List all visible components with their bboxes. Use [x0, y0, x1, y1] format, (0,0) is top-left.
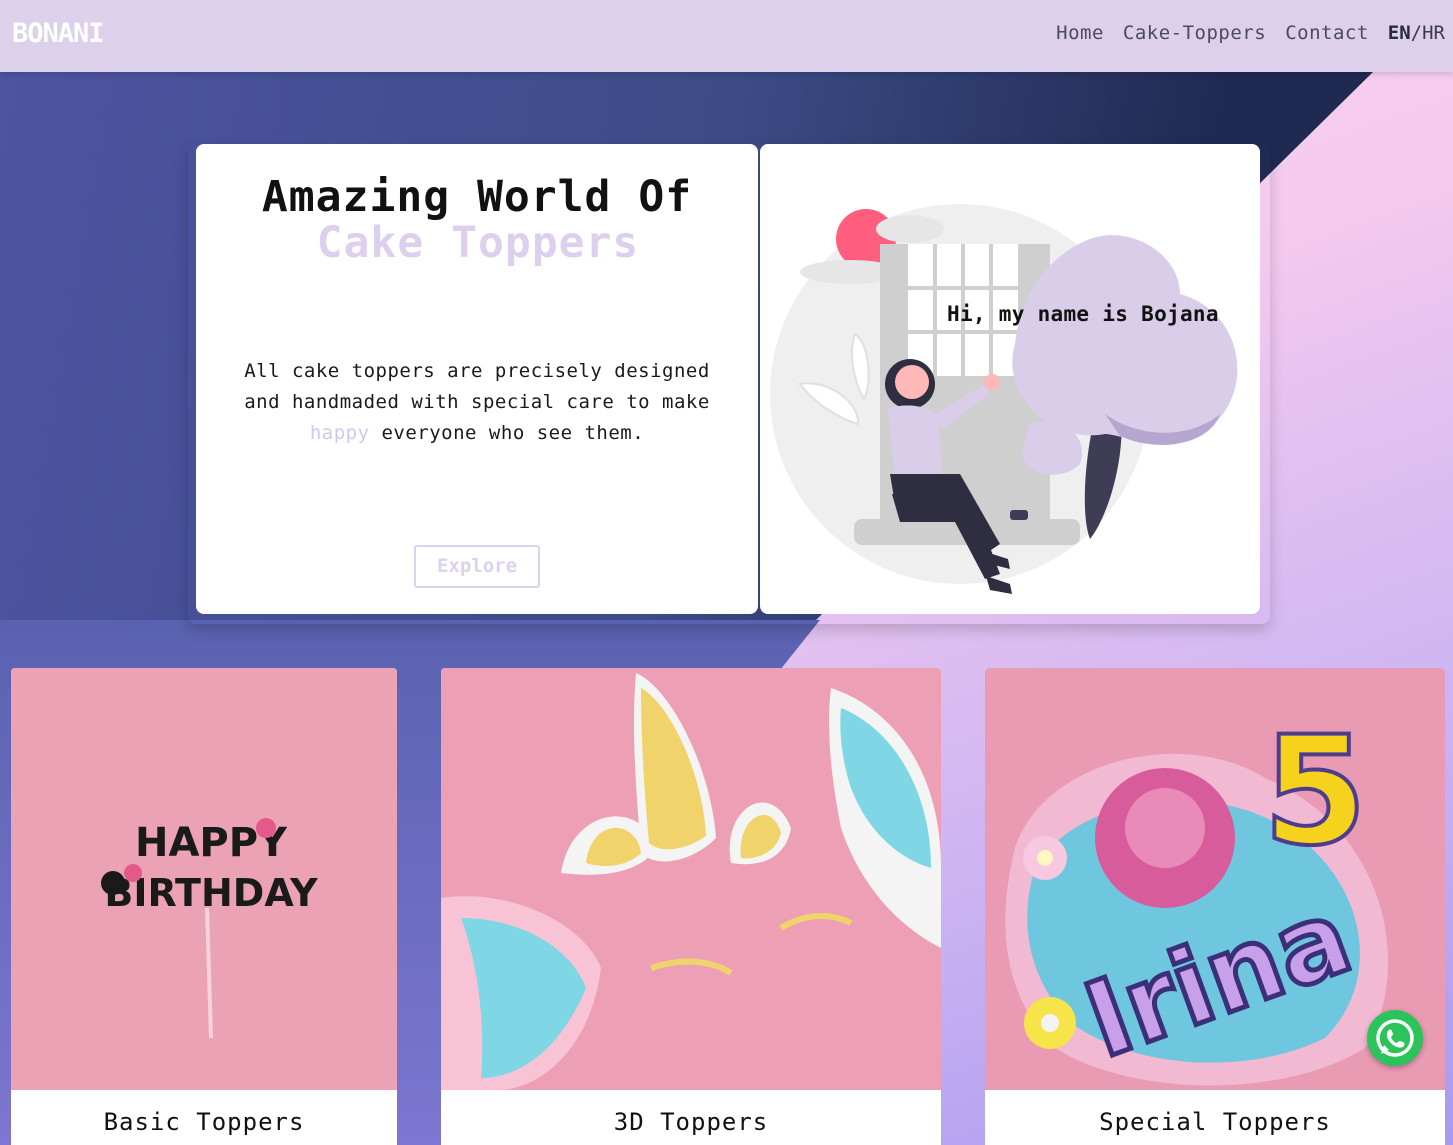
hero-illustration-panel: Hi, my name is Bojana: [760, 144, 1260, 614]
brand-logo[interactable]: BONANI: [12, 18, 105, 49]
desc-text-1: All cake toppers are precisely designed …: [244, 360, 710, 413]
card-label: Special Toppers: [1099, 1108, 1331, 1136]
navbar: BONANI Home Cake-Toppers Contact EN/HR: [0, 0, 1453, 72]
lang-separator: /: [1410, 22, 1423, 44]
explore-button[interactable]: Explore: [414, 545, 540, 588]
card-label: 3D Toppers: [613, 1108, 769, 1136]
card-basic-toppers[interactable]: HAPPY BIRTHDAY Basic Toppers: [11, 668, 397, 1145]
basic-toppers-image: HAPPY BIRTHDAY: [11, 668, 397, 1090]
lang-en-link[interactable]: EN: [1388, 22, 1411, 44]
hero-description: All cake toppers are precisely designed …: [234, 356, 720, 449]
card-3d-toppers[interactable]: 3D Toppers: [441, 668, 941, 1145]
hero-text-panel: Amazing World Of Cake Toppers All cake t…: [196, 144, 758, 614]
nav-home-link[interactable]: Home: [1056, 22, 1104, 44]
image-text-number: 5: [1263, 705, 1367, 879]
lang-hr-link[interactable]: HR: [1422, 22, 1445, 44]
card-special-toppers[interactable]: 5 Irina Special Toppers: [985, 668, 1445, 1145]
nav-links: Home Cake-Toppers Contact EN/HR: [1056, 22, 1445, 44]
desc-highlight: happy: [309, 422, 370, 444]
whatsapp-icon: [1376, 1019, 1414, 1057]
woman-at-window-illustration: [770, 204, 1238, 594]
card-label: Basic Toppers: [103, 1108, 305, 1136]
desc-text-2: everyone who see them.: [369, 422, 645, 444]
language-switcher: EN/HR: [1388, 22, 1445, 44]
whatsapp-button[interactable]: [1367, 1010, 1423, 1066]
nav-cake-toppers-link[interactable]: Cake-Toppers: [1123, 22, 1266, 44]
3d-toppers-image: [441, 668, 941, 1090]
hero-title: Amazing World Of: [261, 172, 693, 222]
hero-subtitle: Cake Toppers: [316, 218, 640, 268]
greeting-text: Hi, my name is Bojana: [947, 302, 1219, 326]
nav-contact-link[interactable]: Contact: [1285, 22, 1369, 44]
